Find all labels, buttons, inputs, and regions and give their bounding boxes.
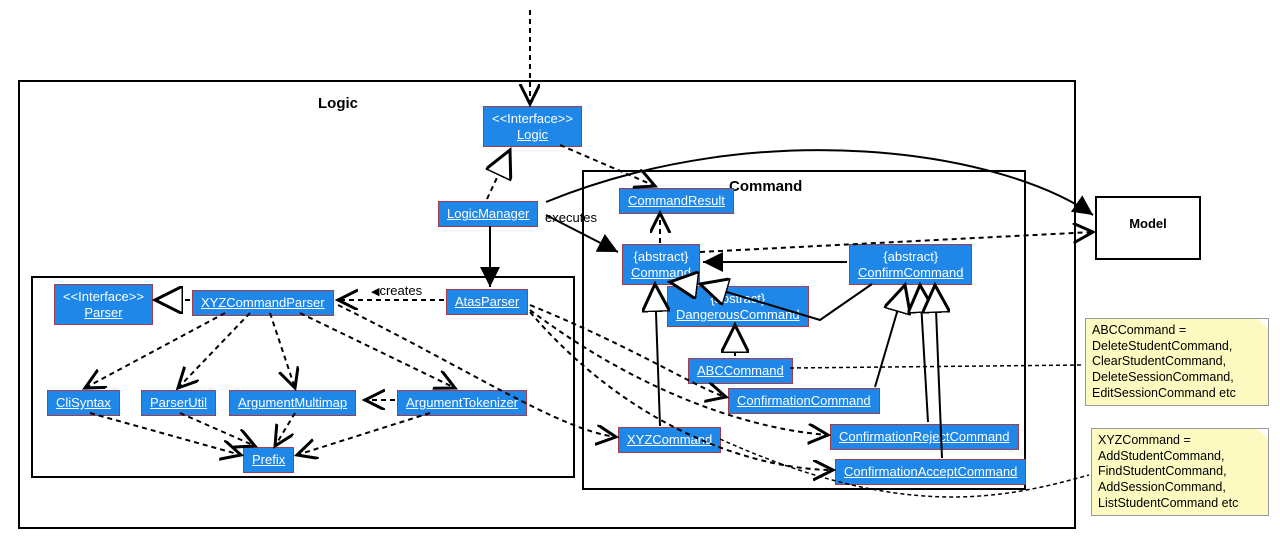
abstract-command-l1: {abstract} xyxy=(634,249,689,264)
xyz-parser-text: XYZCommandParser xyxy=(201,295,325,310)
abstract-command-node: {abstract} Command xyxy=(622,244,700,285)
confirmation-accept-text: ConfirmationAcceptCommand xyxy=(844,464,1017,479)
abc-command-node: ABCCommand xyxy=(688,358,793,384)
abstract-dangerous-node: {abstract} DangerousCommand xyxy=(667,286,809,327)
creates-label: ◀creates xyxy=(371,283,422,298)
parser-l2: Parser xyxy=(84,305,122,320)
confirmation-command-text: ConfirmationCommand xyxy=(737,393,871,408)
atas-parser-node: AtasParser xyxy=(446,289,528,315)
confirmation-accept-node: ConfirmationAcceptCommand xyxy=(835,459,1026,485)
model-box: Model xyxy=(1095,196,1201,260)
logic-interface-line2: Logic xyxy=(517,127,548,142)
confirmation-command-node: ConfirmationCommand xyxy=(728,388,880,414)
logic-manager-node: LogicManager xyxy=(438,201,538,227)
command-result-node: CommandResult xyxy=(619,188,734,214)
abstract-confirm-l1: {abstract} xyxy=(883,249,938,264)
model-label: Model xyxy=(1097,198,1199,231)
abc-note: ABCCommand = DeleteStudentCommand, Clear… xyxy=(1085,318,1269,406)
abstract-confirm-node: {abstract} ConfirmCommand xyxy=(849,244,972,285)
command-package-label: Command xyxy=(729,178,802,195)
logic-manager-text: LogicManager xyxy=(447,206,529,221)
xyz-note: XYZCommand = AddStudentCommand, FindStud… xyxy=(1091,428,1269,516)
xyz-command-text: XYZCommand xyxy=(627,432,712,447)
cli-syntax-node: CliSyntax xyxy=(47,390,120,416)
argument-multimap-text: ArgumentMultimap xyxy=(238,395,347,410)
confirmation-reject-node: ConfirmationRejectCommand xyxy=(830,424,1019,450)
abc-command-text: ABCCommand xyxy=(697,363,784,378)
executes-label: executes xyxy=(545,210,597,225)
abstract-confirm-l2: ConfirmCommand xyxy=(858,265,963,280)
command-result-text: CommandResult xyxy=(628,193,725,208)
cli-syntax-text: CliSyntax xyxy=(56,395,111,410)
abstract-dangerous-l1: {abstract} xyxy=(710,291,765,306)
logic-interface-node: <<Interface>> Logic xyxy=(483,106,582,147)
argument-tokenizer-text: ArgumentTokenizer xyxy=(406,395,518,410)
abstract-dangerous-l2: DangerousCommand xyxy=(676,307,800,322)
prefix-text: Prefix xyxy=(252,452,285,467)
xyz-parser-node: XYZCommandParser xyxy=(192,290,334,316)
parser-util-text: ParserUtil xyxy=(150,395,207,410)
prefix-node: Prefix xyxy=(243,447,294,473)
xyz-command-node: XYZCommand xyxy=(618,427,721,453)
abstract-command-l2: Command xyxy=(631,265,691,280)
parser-l1: <<Interface>> xyxy=(63,289,144,304)
argument-multimap-node: ArgumentMultimap xyxy=(229,390,356,416)
argument-tokenizer-node: ArgumentTokenizer xyxy=(397,390,527,416)
logic-package-label: Logic xyxy=(318,95,358,112)
parser-interface-node: <<Interface>> Parser xyxy=(54,284,153,325)
parser-util-node: ParserUtil xyxy=(141,390,216,416)
atas-parser-text: AtasParser xyxy=(455,294,519,309)
logic-interface-line1: <<Interface>> xyxy=(492,111,573,126)
confirmation-reject-text: ConfirmationRejectCommand xyxy=(839,429,1010,444)
